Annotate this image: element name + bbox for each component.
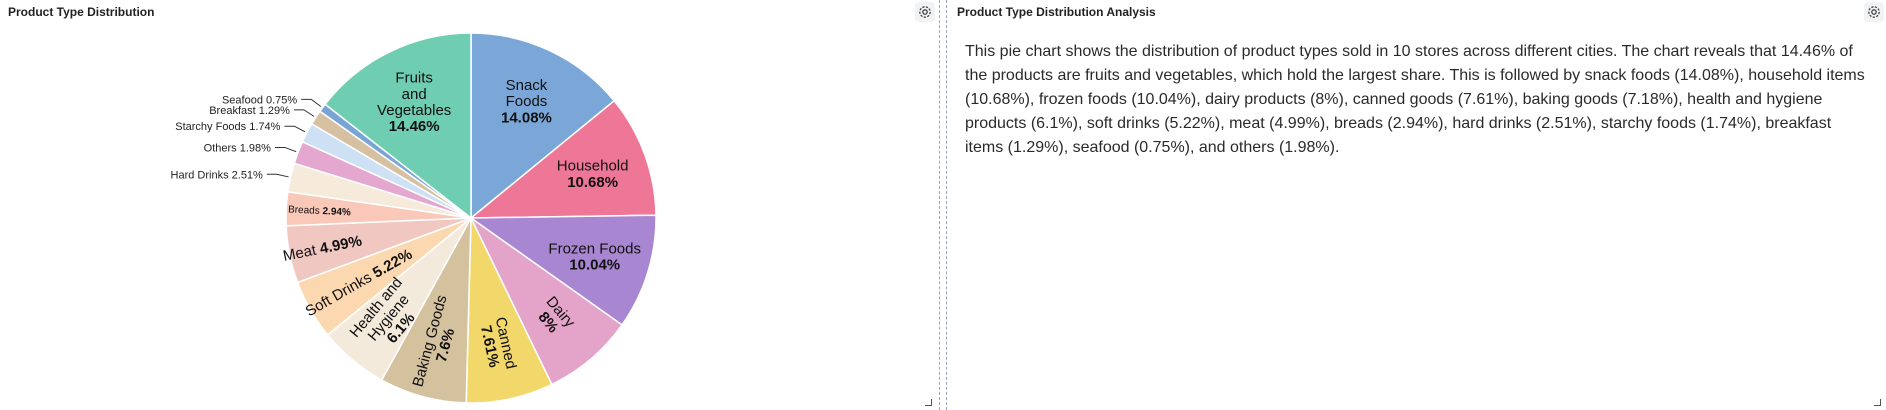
slice-label-snack-foods: Snack Foods 14.08% [501,77,552,126]
gear-icon[interactable] [1864,2,1884,22]
resize-handle[interactable] [925,399,932,406]
leader-line-seafood [301,98,322,107]
resize-handle[interactable] [1874,399,1881,406]
slice-label-household: Household 10.68% [557,158,629,191]
slice-label-breakfast: Breakfast 1.29% [209,105,290,117]
chart-panel: Product Type Distribution Snack Foods 14.0… [0,0,937,410]
analysis-text: This pie chart shows the distribution of… [965,43,1865,156]
slice-label-others: Others 1.98% [204,142,271,154]
leader-line-hard-drinks [266,173,289,178]
leader-line-breakfast [293,109,315,117]
analysis-panel: Product Type Distribution Analysis This … [949,0,1886,410]
leader-line-others [274,146,297,153]
slice-label-starchy-foods: Starchy Foods 1.74% [175,121,280,133]
panel-divider[interactable] [939,0,947,410]
leader-line-starchy-foods [284,125,306,133]
analysis-panel-title: Product Type Distribution Analysis [957,5,1156,19]
pie-chart: Snack Foods 14.08%Household 10.68%Frozen Fo… [171,32,657,404]
slice-label-hard-drinks: Hard Drinks 2.51% [171,169,264,181]
slice-label-seafood: Seafood 0.75% [222,94,297,106]
